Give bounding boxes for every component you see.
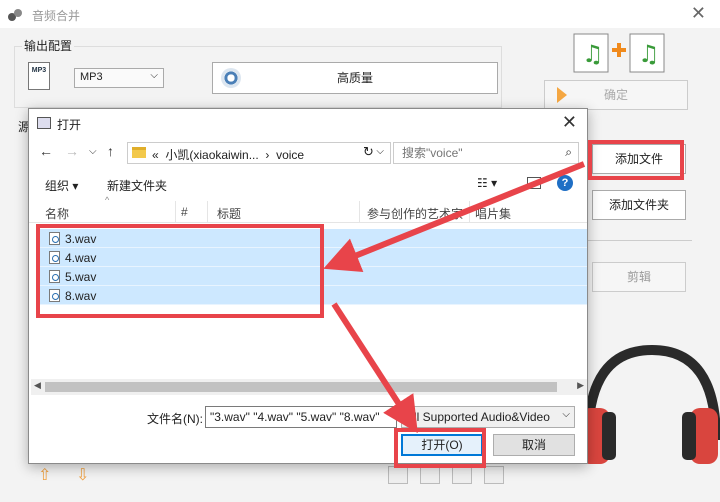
chevron-down-icon: ⌵: [560, 409, 570, 420]
dialog-title: 打开: [57, 118, 82, 132]
breadcrumb-separator: ›: [265, 148, 270, 162]
edit-button[interactable]: 剪辑: [592, 262, 686, 292]
file-type-filter-value: All Supported Audio&Video: [406, 410, 550, 424]
column-name[interactable]: 名称: [45, 205, 69, 222]
dialog-window-icon: [37, 117, 51, 129]
filename-label: 文件名(N):: [147, 412, 203, 426]
column-divider: [469, 201, 470, 223]
headphones-icon: [580, 344, 720, 464]
horizontal-scrollbar[interactable]: ◀ ▶: [31, 379, 587, 395]
search-input[interactable]: [394, 143, 544, 163]
music-merge-logo-icon: ♫ ♫: [573, 33, 665, 73]
search-box: ⌕: [393, 142, 579, 164]
forward-arrow-icon[interactable]: →: [65, 143, 79, 159]
svg-text:♫: ♫: [582, 40, 604, 68]
column-divider: [359, 201, 360, 223]
annotation-box-add-file: [588, 140, 684, 180]
dialog-toolbar: 组织 ▾ 新建文件夹 ☷ ▾ ?: [29, 171, 587, 197]
organize-menu[interactable]: 组织 ▾: [45, 177, 78, 194]
sort-ascending-icon: ^: [105, 195, 110, 205]
back-arrow-icon[interactable]: ←: [39, 143, 53, 159]
edit-button-label: 剪辑: [626, 270, 651, 284]
dialog-title-bar: 打开 ✕: [29, 109, 587, 137]
search-icon[interactable]: ⌕: [565, 145, 572, 160]
side-divider: [588, 240, 692, 241]
scroll-right-icon[interactable]: ▶: [577, 380, 584, 391]
add-folder-button[interactable]: 添加文件夹: [592, 190, 686, 220]
main-close-icon[interactable]: ✕: [691, 3, 706, 24]
breadcrumb-folder[interactable]: 小凯(xiaokaiwin...: [165, 148, 258, 162]
confirm-button-label: 确定: [603, 88, 628, 102]
dialog-close-icon[interactable]: ✕: [562, 112, 577, 133]
delete-icon[interactable]: [420, 466, 440, 484]
new-folder-button[interactable]: 新建文件夹: [107, 177, 167, 194]
quality-disc-icon: [221, 68, 241, 88]
breadcrumb: « 小凯(xiaokaiwin... › voice: [152, 146, 304, 163]
svg-text:♫: ♫: [638, 40, 660, 68]
main-title-bar: 音频合并 ✕: [0, 0, 720, 28]
breadcrumb-current[interactable]: voice: [276, 148, 304, 162]
chevron-down-icon: ⌵: [150, 70, 158, 81]
breadcrumb-prefix[interactable]: «: [152, 148, 159, 162]
navigation-bar: ← → ⌵ ↑ « 小凯(xiaokaiwin... › voice ⌵ ↻ ⌕: [29, 139, 587, 167]
move-down-icon[interactable]: ⇩: [76, 465, 89, 485]
quality-button[interactable]: 高质量: [212, 62, 498, 94]
column-divider: [175, 201, 176, 223]
app-logo-icon: [8, 9, 22, 21]
column-divider: [207, 201, 208, 223]
preview-pane-icon[interactable]: [527, 177, 541, 189]
format-select[interactable]: MP3 ⌵: [74, 68, 164, 88]
format-select-value: MP3: [80, 71, 103, 83]
folder-icon: [132, 147, 146, 158]
view-options-icon[interactable]: ☷ ▾: [477, 176, 497, 190]
column-title[interactable]: 标题: [217, 205, 241, 222]
confirm-button[interactable]: 确定: [544, 80, 688, 110]
help-icon[interactable]: ?: [557, 175, 573, 191]
address-dropdown-icon[interactable]: ⌵: [376, 146, 384, 157]
mp3-file-icon: MP3: [28, 62, 50, 90]
scroll-left-icon[interactable]: ◀: [34, 380, 41, 391]
column-header: ^ 名称 # 标题 参与创作的艺术家 唱片集: [29, 195, 587, 223]
refresh-icon[interactable]: ↻: [363, 144, 374, 160]
info-icon[interactable]: [484, 466, 504, 484]
up-arrow-icon[interactable]: ↑: [107, 143, 114, 159]
quality-button-label: 高质量: [336, 71, 373, 85]
filename-input[interactable]: "3.wav" "4.wav" "5.wav" "8.wav": [205, 406, 397, 428]
column-artist[interactable]: 参与创作的艺术家: [367, 205, 471, 222]
move-up-icon[interactable]: ⇧: [38, 465, 51, 485]
recent-chevron-icon[interactable]: ⌵: [89, 146, 97, 157]
annotation-box-file-selection: [36, 224, 324, 318]
address-bar[interactable]: « 小凯(xiaokaiwin... › voice ⌵: [127, 142, 391, 164]
column-number[interactable]: #: [181, 205, 188, 219]
column-album[interactable]: 唱片集: [475, 205, 511, 222]
scrollbar-thumb[interactable]: [45, 382, 557, 392]
file-type-filter[interactable]: All Supported Audio&Video ⌵: [401, 406, 575, 428]
output-config-label: 输出配置: [22, 37, 75, 54]
cancel-button[interactable]: 取消: [493, 434, 575, 456]
play-icon[interactable]: [452, 466, 472, 484]
main-window-title: 音频合并: [32, 9, 81, 23]
annotation-box-open-button: [394, 428, 486, 468]
arrow-right-icon: [557, 87, 567, 103]
remove-item-icon[interactable]: [388, 466, 408, 484]
add-folder-button-label: 添加文件夹: [608, 198, 669, 212]
